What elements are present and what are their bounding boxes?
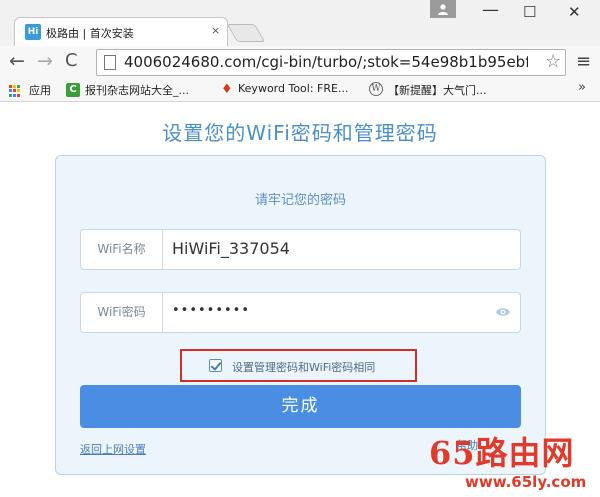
page-title: 设置您的WiFi密码和管理密码 bbox=[162, 121, 438, 145]
address-bar[interactable]: 4006024680.com/cgi-bin/turbo/;stok=54e98… bbox=[96, 49, 566, 76]
c-favicon-icon: C bbox=[66, 83, 80, 97]
back-to-internet-settings-link[interactable]: 返回上网设置 bbox=[80, 441, 146, 457]
hiwifi-favicon-icon: Hi bbox=[25, 24, 41, 40]
close-window-button[interactable]: ✕ bbox=[568, 3, 581, 21]
apps-grid-icon[interactable] bbox=[9, 85, 21, 97]
wifi-name-label: WiFi名称 bbox=[81, 230, 163, 269]
site-watermark: 65路由网 www.65ly.com bbox=[427, 428, 592, 495]
wifi-password-field[interactable]: WiFi密码 ••••••••• bbox=[80, 292, 521, 333]
tab-title: 极路由 | 首次安装 bbox=[46, 27, 134, 40]
browser-tab[interactable]: Hi 极路由 | 首次安装 × bbox=[14, 17, 228, 46]
profile-button[interactable] bbox=[430, 0, 456, 18]
show-password-eye-icon[interactable] bbox=[495, 306, 511, 318]
back-arrow-icon[interactable]: ← bbox=[9, 51, 25, 71]
bookmarks-more-icon[interactable]: » bbox=[578, 80, 586, 95]
browser-toolbar: ← → C 4006024680.com/cgi-bin/turbo/;stok… bbox=[0, 46, 600, 78]
password-form-card: 请牢记您的密码 WiFi名称 HiWiFi_337054 WiFi密码 ••••… bbox=[55, 155, 546, 475]
wordpress-icon: W bbox=[369, 82, 383, 96]
wifi-password-label: WiFi密码 bbox=[81, 293, 163, 332]
bookmark-magazines[interactable]: 报刊杂志网站大全_... bbox=[85, 82, 189, 98]
wifi-password-input[interactable]: ••••••••• bbox=[172, 303, 250, 318]
reload-icon[interactable]: C bbox=[65, 51, 78, 71]
watermark-url: www.65ly.com bbox=[465, 473, 587, 491]
bookmarks-bar: 应用 C 报刊杂志网站大全_... ♦ Keyword Tool: FRE...… bbox=[0, 78, 600, 102]
wifi-name-input[interactable]: HiWiFi_337054 bbox=[172, 239, 290, 258]
bookmark-apps[interactable]: 应用 bbox=[29, 82, 51, 98]
bookmark-keyword-tool[interactable]: Keyword Tool: FRE... bbox=[238, 82, 348, 95]
same-password-checkbox[interactable] bbox=[209, 359, 222, 372]
same-password-option[interactable]: 设置管理密码和WiFi密码相同 bbox=[180, 349, 417, 382]
keyword-tool-icon: ♦ bbox=[221, 82, 233, 97]
form-subtitle: 请牢记您的密码 bbox=[254, 193, 346, 208]
new-tab-button[interactable] bbox=[226, 24, 266, 42]
tab-close-icon[interactable]: × bbox=[211, 24, 220, 37]
url-text[interactable]: 4006024680.com/cgi-bin/turbo/;stok=54e98… bbox=[124, 53, 528, 71]
bookmark-reminder[interactable]: 【新提醒】大气门... bbox=[388, 82, 487, 98]
wifi-name-field[interactable]: WiFi名称 HiWiFi_337054 bbox=[80, 229, 521, 270]
title-bar: Hi 极路由 | 首次安装 × — ☐ ✕ bbox=[0, 0, 600, 46]
browser-menu-icon[interactable]: ≡ bbox=[576, 51, 591, 72]
same-password-label[interactable]: 设置管理密码和WiFi密码相同 bbox=[232, 359, 375, 375]
minimize-button[interactable]: — bbox=[482, 0, 499, 20]
watermark-title: 65路由网 bbox=[429, 434, 575, 472]
forward-arrow-icon[interactable]: → bbox=[37, 51, 53, 71]
page-content: 设置您的WiFi密码和管理密码 请牢记您的密码 WiFi名称 HiWiFi_33… bbox=[0, 103, 600, 497]
finish-button[interactable]: 完成 bbox=[80, 385, 521, 428]
maximize-button[interactable]: ☐ bbox=[523, 3, 536, 21]
page-icon bbox=[104, 55, 116, 70]
bookmark-star-icon[interactable]: ☆ bbox=[545, 51, 561, 72]
person-icon bbox=[438, 4, 448, 15]
